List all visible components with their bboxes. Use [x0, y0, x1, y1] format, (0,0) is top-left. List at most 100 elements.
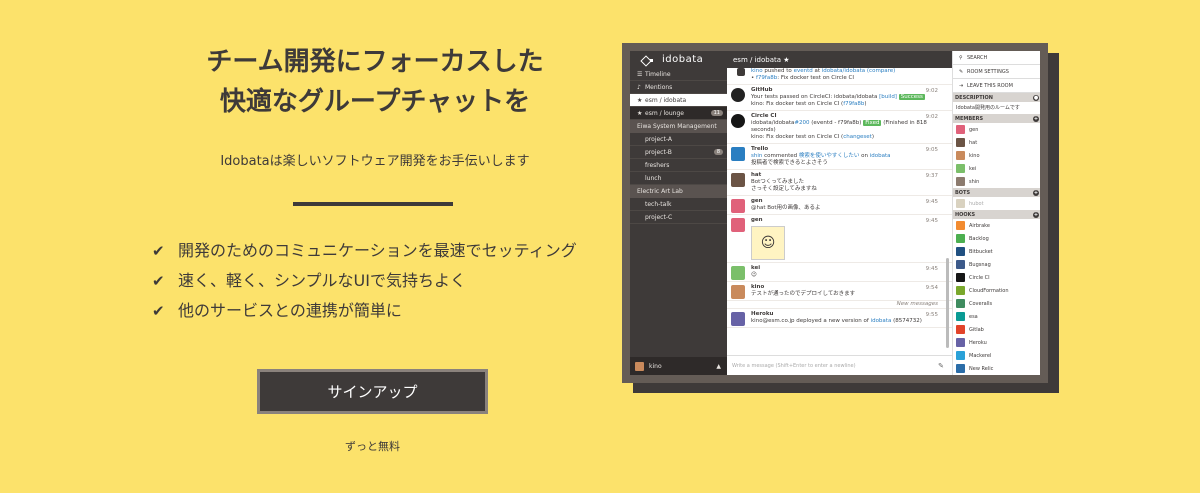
sidebar-item-label: esm / lounge	[645, 109, 684, 117]
card-link[interactable]: 検索を使いやすくしたい	[799, 153, 860, 159]
edit-icon[interactable]: ●	[1033, 94, 1039, 101]
commit-link[interactable]: f79fa8b	[843, 101, 864, 107]
logo[interactable]: idobata	[630, 51, 727, 68]
hook-item[interactable]: Mackerel	[953, 349, 1040, 362]
sidebar-item-esm-idobata[interactable]: ★ esm / idobata	[630, 94, 727, 107]
room-settings-button[interactable]: ✎ ROOM SETTINGS	[953, 65, 1040, 79]
message-time: 9:55	[925, 312, 938, 318]
hook-item[interactable]: Heroku	[953, 336, 1040, 349]
app-link[interactable]: idobata	[871, 318, 892, 324]
member-item[interactable]: gen	[953, 123, 1040, 136]
message-input[interactable]: Write a message (Shift+Enter to enter a …	[727, 355, 952, 375]
user-link[interactable]: kino	[751, 68, 763, 74]
message-author: kino	[751, 284, 765, 290]
trello-icon	[731, 147, 745, 161]
signup-button[interactable]: サインアップ	[257, 369, 488, 414]
section-label: MEMBERS	[955, 115, 984, 122]
message-author: kei	[751, 265, 761, 271]
hook-name: Bugsnag	[969, 261, 991, 268]
sidebar-item-project-b[interactable]: project-B 8	[630, 146, 727, 159]
message-feed[interactable]: kino pushed to eventd at idobata/idobata…	[727, 68, 952, 355]
text: kino: Fix docker test on Circle CI (	[751, 101, 844, 107]
search-button[interactable]: ⚲ SEARCH	[953, 51, 1040, 65]
sidebar-item-mentions[interactable]: ♪ Mentions	[630, 81, 727, 94]
message: kei 9:45 😉	[727, 263, 952, 282]
message-time: 9:45	[925, 218, 938, 224]
sidebar-item-esm-lounge[interactable]: ★ esm / lounge 11	[630, 107, 727, 120]
section-label: BOTS	[955, 189, 971, 196]
hook-item[interactable]: Backlog	[953, 232, 1040, 245]
text: kino: Fix docker test on Circle CI (	[751, 134, 844, 140]
shared-image[interactable]: ☺	[751, 226, 785, 260]
star-icon: ★	[637, 96, 643, 104]
hook-item[interactable]: CloudFormation	[953, 284, 1040, 297]
member-name: kei	[969, 165, 977, 172]
avatar	[956, 164, 965, 173]
hook-item[interactable]: Bugsnag	[953, 258, 1040, 271]
add-icon[interactable]: +	[1033, 211, 1039, 218]
build-link[interactable]: [build]	[879, 94, 897, 100]
text: Your tests passed on CircleCI: idobata/i…	[751, 94, 880, 100]
status-badge: Fixed	[863, 120, 882, 126]
hook-name: Circle CI	[969, 274, 990, 281]
member-name: gen	[969, 126, 979, 133]
repo-link[interactable]: idobata/idobata	[822, 68, 865, 74]
hook-item[interactable]: Coveralls	[953, 297, 1040, 310]
compare-link[interactable]: (compare)	[867, 68, 895, 74]
changeset-link[interactable]: changeset	[843, 134, 872, 140]
feature-text: 速く、軽く、シンプルなUIで気持ちよく	[178, 271, 466, 290]
sidebar-item-lunch[interactable]: lunch	[630, 172, 727, 185]
scrollbar[interactable]	[946, 258, 949, 348]
hero-title-line2: 快適なグループチャットを	[219, 87, 531, 117]
hook-name: esa	[969, 313, 978, 320]
hook-item[interactable]: Circle CI	[953, 271, 1040, 284]
esa-icon	[956, 312, 965, 321]
avatar	[731, 173, 745, 187]
sidebar-item-project-a[interactable]: project-A	[630, 133, 727, 146]
paperclip-icon[interactable]: ✎	[938, 362, 944, 370]
hook-name: Airbrake	[969, 222, 990, 229]
chevron-up-icon[interactable]: ▲	[716, 363, 721, 370]
leave-room-button[interactable]: ⇥ LEAVE THIS ROOM	[953, 79, 1040, 93]
feature-list: ✔ 開発のためのコミュニケーションを最速でセッティング ✔ 速く、軽く、シンプルなU…	[152, 236, 577, 326]
hook-item[interactable]: New Relic	[953, 362, 1040, 375]
hook-item[interactable]: esa	[953, 310, 1040, 323]
sidebar-item-label: project-C	[645, 213, 673, 221]
feature-item: ✔ 開発のためのコミュニケーションを最速でセッティング	[152, 236, 577, 266]
hook-name: Mackerel	[969, 352, 992, 359]
sidebar: idobata ☰ Timeline ♪ Mentions ★ esm / idoba…	[630, 51, 727, 375]
bots-header: BOTS +	[953, 188, 1040, 197]
members-header: MEMBERS +	[953, 114, 1040, 123]
text: Botつくってみました	[751, 179, 805, 185]
build-link[interactable]: #200	[794, 120, 809, 126]
member-item[interactable]: shin	[953, 175, 1040, 188]
text: (8574732)	[891, 318, 922, 324]
airbrake-icon	[956, 221, 965, 230]
circleci-icon	[731, 114, 745, 128]
section-label: HOOKS	[955, 211, 976, 218]
sidebar-item-project-c[interactable]: project-C	[630, 211, 727, 224]
member-item[interactable]: kino	[953, 149, 1040, 162]
mackerel-icon	[956, 351, 965, 360]
current-user[interactable]: kino ▲	[630, 357, 727, 375]
commit-link[interactable]: f79fa8b	[756, 75, 777, 81]
member-item[interactable]: kei	[953, 162, 1040, 175]
branch-link[interactable]: eventd	[794, 68, 813, 74]
sidebar-item-tech-talk[interactable]: tech-talk	[630, 198, 727, 211]
hook-item[interactable]: Gitlab	[953, 323, 1040, 336]
circleci-icon	[956, 273, 965, 282]
user-link[interactable]: shin	[751, 153, 762, 159]
bot-item[interactable]: hubot	[953, 197, 1040, 210]
hook-item[interactable]: Airbrake	[953, 219, 1040, 232]
gitlab-icon	[956, 325, 965, 334]
hook-item[interactable]: Bitbucket	[953, 245, 1040, 258]
org-header: Eiwa System Management	[630, 120, 727, 133]
add-icon[interactable]: +	[1033, 115, 1039, 122]
sidebar-item-timeline[interactable]: ☰ Timeline	[630, 68, 727, 81]
hook-name: New Relic	[969, 365, 994, 372]
sidebar-item-freshers[interactable]: freshers	[630, 159, 727, 172]
board-link[interactable]: idobata	[870, 153, 891, 159]
feature-text: 他のサービスとの連携が簡単に	[178, 301, 402, 320]
member-item[interactable]: hat	[953, 136, 1040, 149]
add-icon[interactable]: +	[1033, 189, 1039, 196]
